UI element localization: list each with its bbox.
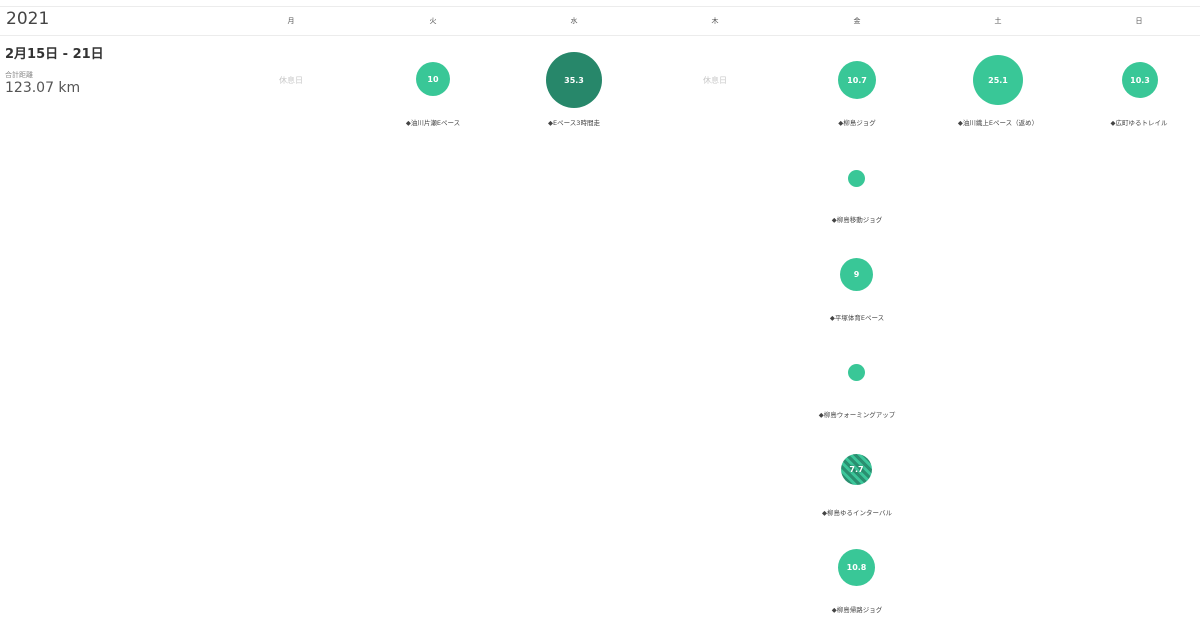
activity-title[interactable]: ◆柳島ゆるインターバル xyxy=(787,507,927,517)
activity-title[interactable]: ◆油川片瀬Eペース xyxy=(363,117,503,127)
activity-distance: 7.7 xyxy=(849,465,864,474)
rest-day-thu: 休息日 xyxy=(703,76,727,85)
activity-bubble[interactable]: 35.3 xyxy=(546,52,602,108)
activity-title[interactable]: ◆柳島ウォーミングアップ xyxy=(787,409,927,419)
activity-distance: 35.3 xyxy=(564,75,584,85)
activity-bubble[interactable]: 25.1 xyxy=(973,55,1023,105)
top-divider xyxy=(0,6,1200,7)
activity-title[interactable]: ◆油川織上Eペース（返め） xyxy=(928,117,1068,127)
activity-title[interactable]: ◆平塚体育Eペース xyxy=(787,312,927,322)
activity-distance: 10.3 xyxy=(1130,75,1150,85)
activity-title[interactable]: ◆柳島移動ジョグ xyxy=(787,214,927,224)
activity-distance: 10 xyxy=(427,74,439,84)
activity-title[interactable]: ◆Eペース3時間走 xyxy=(504,117,644,127)
activity-title[interactable]: ◆柳島帰路ジョグ xyxy=(787,604,927,614)
activity-title[interactable]: ◆柳島ジョグ xyxy=(787,117,927,127)
activity-distance: 9 xyxy=(853,270,860,279)
activity-bubble[interactable]: 10.8 xyxy=(838,549,875,586)
week-range-title: 2月15日 - 21日 xyxy=(5,47,104,62)
rest-day-mon: 休息日 xyxy=(279,76,303,85)
day-header-mon: 月 xyxy=(287,17,295,25)
activity-bubble-interval[interactable]: 7.7 xyxy=(841,454,872,485)
activity-bubble[interactable] xyxy=(848,170,865,187)
day-header-tue: 火 xyxy=(429,17,437,25)
total-distance-label: 合計距離 xyxy=(5,71,33,79)
day-header-fri: 金 xyxy=(853,17,861,25)
activity-distance: 25.1 xyxy=(988,75,1008,85)
day-header-sun: 日 xyxy=(1135,17,1143,25)
activity-title[interactable]: ◆広町ゆるトレイル xyxy=(1069,117,1200,127)
day-header-sat: 土 xyxy=(994,17,1002,25)
activity-bubble[interactable]: 10 xyxy=(416,62,450,96)
activity-bubble[interactable]: 10.3 xyxy=(1122,62,1158,98)
activity-bubble[interactable]: 10.7 xyxy=(838,61,876,99)
activity-bubble[interactable] xyxy=(848,364,865,381)
year-label: 2021 xyxy=(6,9,50,29)
activity-distance: 10.7 xyxy=(847,75,867,85)
activity-bubble[interactable]: 9 xyxy=(840,258,873,291)
activity-distance: 10.8 xyxy=(846,563,867,572)
header-divider xyxy=(0,35,1200,36)
day-header-thu: 木 xyxy=(711,17,719,25)
total-distance-value: 123.07 km xyxy=(5,80,81,96)
day-header-wed: 水 xyxy=(570,17,578,25)
